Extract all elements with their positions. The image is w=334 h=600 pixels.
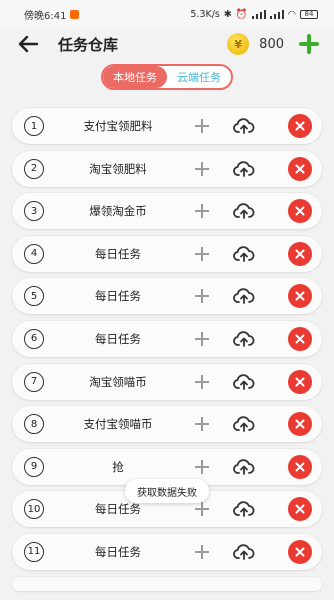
signal-icon-2 xyxy=(269,9,284,19)
task-number: 2 xyxy=(24,158,44,179)
task-row-partial xyxy=(12,576,322,591)
cloud-upload-icon[interactable] xyxy=(232,542,256,562)
cloud-upload-icon[interactable] xyxy=(232,244,256,264)
tab-local-tasks[interactable]: 本地任务 xyxy=(103,66,167,88)
cloud-upload-icon[interactable] xyxy=(232,286,256,306)
tab-cloud-tasks[interactable]: 云端任务 xyxy=(167,66,231,88)
cloud-upload-icon[interactable] xyxy=(232,372,256,392)
signal-icon xyxy=(251,9,266,19)
close-icon xyxy=(294,333,306,345)
task-number: 5 xyxy=(24,286,44,307)
add-icon[interactable] xyxy=(192,542,212,562)
close-icon xyxy=(294,461,306,473)
task-name: 抢 xyxy=(112,459,124,474)
add-icon[interactable] xyxy=(192,414,212,434)
coin-count: 800 xyxy=(259,36,284,52)
add-icon[interactable] xyxy=(192,201,212,221)
battery-icon: 84 xyxy=(300,9,318,19)
task-name: 每日任务 xyxy=(95,289,141,304)
toast-message: 获取数据失败 xyxy=(125,479,209,503)
delete-button[interactable] xyxy=(288,241,312,266)
task-number: 8 xyxy=(24,414,44,435)
close-icon xyxy=(294,163,306,175)
add-icon[interactable] xyxy=(192,457,212,477)
add-icon[interactable] xyxy=(192,372,212,392)
task-row[interactable]: 5 每日任务 xyxy=(12,278,322,315)
task-number: 1 xyxy=(24,116,44,136)
task-row[interactable]: 3 爆领淘金币 xyxy=(12,193,322,230)
delete-button[interactable] xyxy=(288,199,312,224)
task-row[interactable]: 8 支付宝领喵币 xyxy=(12,406,322,443)
close-icon xyxy=(294,120,306,132)
task-list: 1 支付宝领肥料 2 淘宝领肥料 3 爆领淘金币 4 每日任务 5 每日任务 6 每日任务 7 淘宝领喵币… xyxy=(12,108,322,597)
delete-button[interactable] xyxy=(288,497,312,522)
close-icon xyxy=(294,205,306,217)
task-number: 3 xyxy=(24,201,44,222)
status-bar: 傍晚6:41 5.3K/s ✱ ⏰ ◠ 84 xyxy=(0,0,334,28)
wifi-icon: ◠ xyxy=(287,8,296,20)
task-name: 每日任务 xyxy=(95,544,141,559)
add-icon[interactable] xyxy=(192,116,212,136)
task-number: 9 xyxy=(24,456,44,477)
delete-button[interactable] xyxy=(288,369,312,394)
task-number: 6 xyxy=(24,328,44,349)
net-speed: 5.3K/s xyxy=(190,8,220,20)
task-number: 4 xyxy=(24,243,44,264)
cloud-upload-icon[interactable] xyxy=(232,116,256,136)
task-row[interactable]: 7 淘宝领喵币 xyxy=(12,363,322,400)
delete-button[interactable] xyxy=(288,114,312,138)
task-name: 每日任务 xyxy=(95,502,141,517)
task-row[interactable]: 1 支付宝领肥料 xyxy=(12,108,322,144)
close-icon xyxy=(294,376,306,388)
cloud-upload-icon[interactable] xyxy=(232,159,256,179)
task-name: 爆领淘金币 xyxy=(89,204,147,219)
task-number: 11 xyxy=(24,541,44,562)
add-task-button[interactable] xyxy=(298,33,320,55)
bluetooth-icon: ✱ xyxy=(223,8,232,20)
task-row[interactable]: 11 每日任务 xyxy=(12,533,322,570)
task-name: 每日任务 xyxy=(95,331,141,346)
task-row[interactable]: 4 每日任务 xyxy=(12,235,322,272)
close-icon xyxy=(294,290,306,302)
delete-button[interactable] xyxy=(288,326,312,351)
alarm-icon: ⏰ xyxy=(235,8,248,20)
cloud-upload-icon[interactable] xyxy=(232,499,256,519)
close-icon xyxy=(294,418,306,430)
task-name: 支付宝领肥料 xyxy=(83,119,153,133)
delete-button[interactable] xyxy=(288,284,312,309)
header: 任务仓库 ¥ 800 xyxy=(0,28,334,60)
task-name: 每日任务 xyxy=(95,246,141,261)
add-icon[interactable] xyxy=(192,286,212,306)
task-row[interactable]: 2 淘宝领肥料 xyxy=(12,150,322,187)
close-icon xyxy=(294,248,306,260)
add-icon[interactable] xyxy=(192,244,212,264)
delete-button[interactable] xyxy=(288,539,312,564)
close-icon xyxy=(294,546,306,558)
status-time: 傍晚6:41 xyxy=(24,10,67,22)
mi-notification-icon xyxy=(70,9,80,19)
coin-icon: ¥ xyxy=(227,33,250,55)
page-title: 任务仓库 xyxy=(58,35,119,54)
task-name: 淘宝领肥料 xyxy=(89,161,147,176)
delete-button[interactable] xyxy=(288,412,312,437)
add-icon[interactable] xyxy=(192,329,212,349)
task-number: 7 xyxy=(24,371,44,392)
add-icon[interactable] xyxy=(192,159,212,179)
task-number: 10 xyxy=(24,499,44,520)
delete-button[interactable] xyxy=(288,454,312,479)
cloud-upload-icon[interactable] xyxy=(232,457,256,477)
task-name: 支付宝领喵币 xyxy=(83,417,153,432)
cloud-upload-icon[interactable] xyxy=(232,329,256,349)
cloud-upload-icon[interactable] xyxy=(232,201,256,221)
task-name: 淘宝领喵币 xyxy=(89,374,147,389)
back-arrow-icon[interactable] xyxy=(16,32,40,56)
cloud-upload-icon[interactable] xyxy=(232,414,256,434)
task-row[interactable]: 6 每日任务 xyxy=(12,320,322,357)
close-icon xyxy=(294,503,306,515)
delete-button[interactable] xyxy=(288,156,312,181)
task-source-tabs: 本地任务 云端任务 xyxy=(101,64,233,90)
